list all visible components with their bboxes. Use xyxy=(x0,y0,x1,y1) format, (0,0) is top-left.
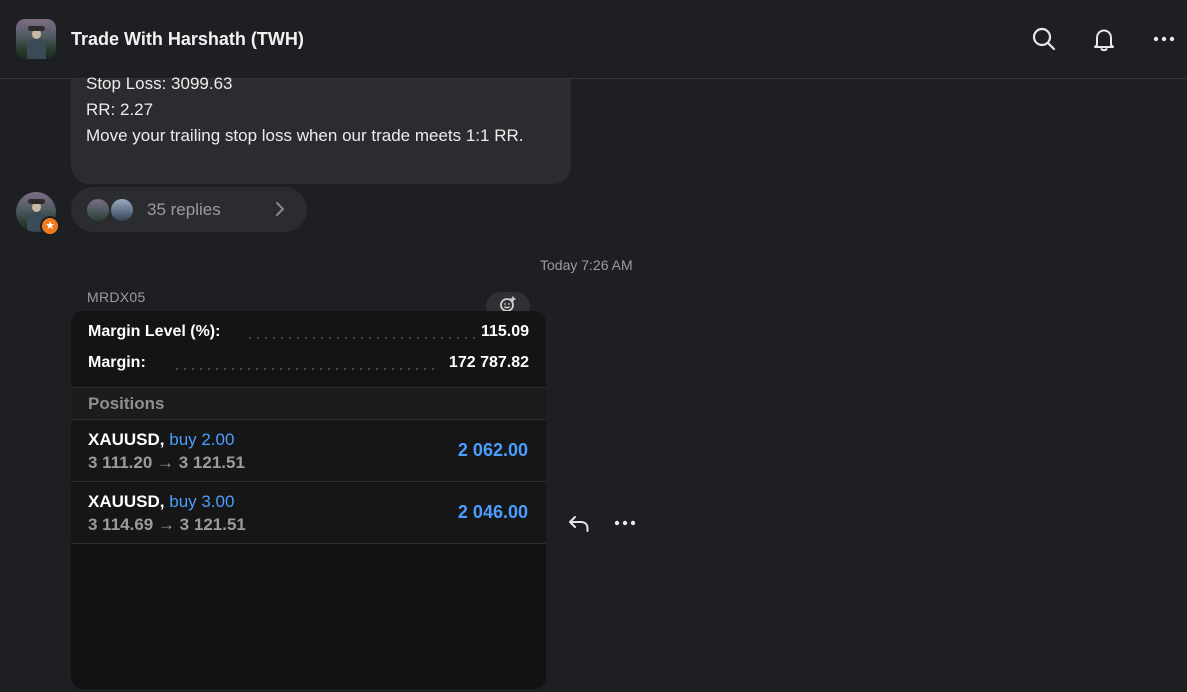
reply-icon[interactable] xyxy=(567,513,591,540)
chevron-right-icon xyxy=(271,200,289,223)
message-line: Stop Loss: 3099.63 xyxy=(86,74,233,93)
position-symbol: XAUUSD, buy 3.00 xyxy=(88,492,235,511)
replies-count: 35 replies xyxy=(147,200,221,219)
date-separator: Today 7:26 AM xyxy=(540,257,633,273)
margin-value: 172 787.82 xyxy=(448,354,529,371)
position-profit: 2 062.00 xyxy=(457,440,528,460)
message-line: Move your trailing stop loss when our tr… xyxy=(86,126,524,145)
message-line: RR: 2.27 xyxy=(86,100,154,119)
thread-replies-button[interactable]: 35 replies xyxy=(71,187,307,232)
position-side: buy 3.00 xyxy=(169,492,235,511)
positions-header: Positions xyxy=(71,388,546,419)
sender-name[interactable]: MRDX05 xyxy=(87,289,146,305)
margin-label: Margin: xyxy=(88,354,146,371)
screenshot-image[interactable]: Margin Level (%): 115.09 Margin: 172 787… xyxy=(71,311,546,689)
margin-level-row: Margin Level (%): 115.09 xyxy=(88,317,529,347)
position-prices: 3 111.20 → 3 121.51 xyxy=(88,453,245,472)
margin-row: Margin: 172 787.82 xyxy=(88,348,529,378)
more-actions-icon[interactable] xyxy=(612,512,638,539)
position-row: XAUUSD, buy 2.00 3 111.20 → 3 121.51 2 0… xyxy=(71,420,546,482)
position-profit: 2 046.00 xyxy=(457,502,528,522)
more-icon[interactable] xyxy=(1150,25,1178,53)
margin-level-label: Margin Level (%): xyxy=(88,323,221,340)
reply-avatar xyxy=(109,197,135,223)
channel-avatar[interactable] xyxy=(16,19,56,59)
star-icon: ★ xyxy=(40,216,60,236)
bell-icon[interactable] xyxy=(1090,25,1118,53)
position-prices: 3 114.69 → 3 121.51 xyxy=(88,515,246,534)
search-icon[interactable] xyxy=(1030,25,1058,53)
margin-level-value: 115.09 xyxy=(480,323,529,340)
position-side: buy 2.00 xyxy=(169,430,235,449)
message-bubble: Stop Loss: 3099.63 RR: 2.27 Move your tr… xyxy=(71,74,571,184)
position-row: XAUUSD, buy 3.00 3 114.69 → 3 121.51 2 0… xyxy=(71,482,546,544)
reply-avatar xyxy=(85,197,111,223)
screenshot-empty-area xyxy=(71,544,546,689)
channel-title[interactable]: Trade With Harshath (TWH) xyxy=(71,29,304,50)
position-symbol: XAUUSD, buy 2.00 xyxy=(88,430,235,449)
chat-header: Trade With Harshath (TWH) xyxy=(0,0,1187,79)
